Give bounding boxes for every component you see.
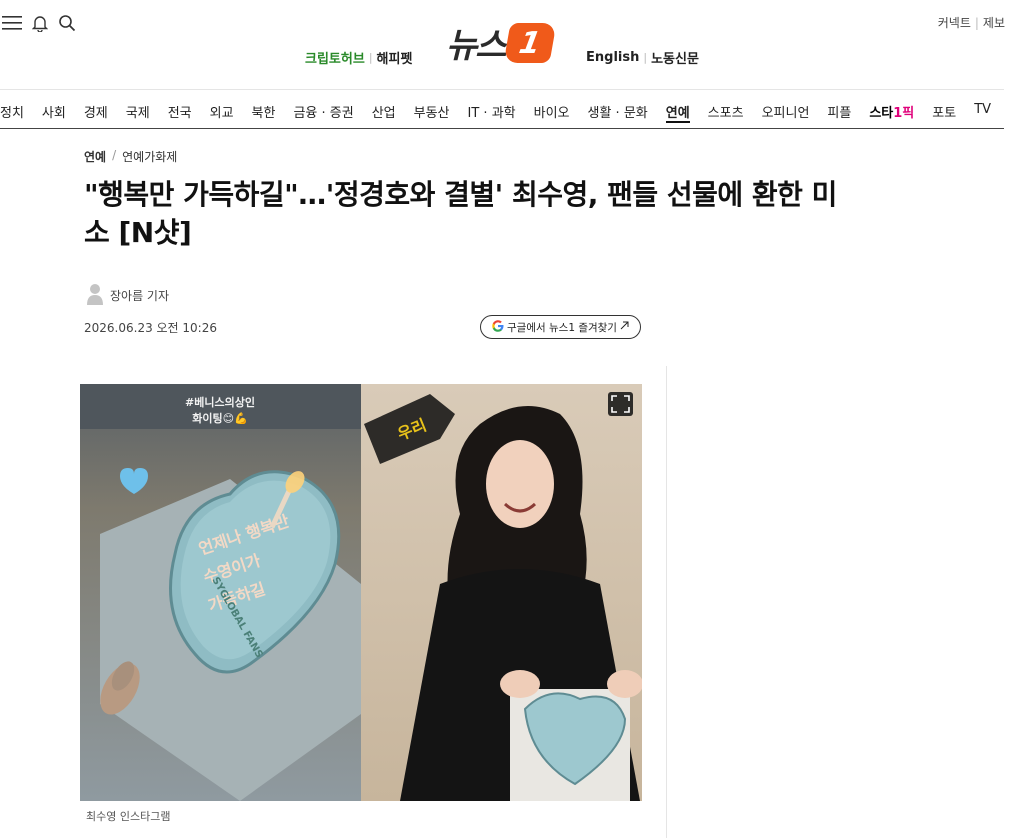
breadcrumb-separator: / <box>112 148 117 162</box>
divider: | <box>643 51 648 64</box>
breadcrumb-section[interactable]: 연예 <box>84 148 106 165</box>
byline: 장아름 기자 <box>86 283 169 308</box>
star-pick-part1: 스타 <box>869 106 894 121</box>
nav-item-opinion[interactable]: 오피니언 <box>762 102 810 123</box>
header-links-right: English | 노동신문 <box>586 48 699 67</box>
sidebar-divider <box>666 366 667 838</box>
article-photo[interactable]: 언제나 행복만 수영이가 가득하길 SYGLOBAL FANS #베니스의상인 … <box>80 384 642 801</box>
reporter-name[interactable]: 장아름 기자 <box>110 287 169 304</box>
expand-icon[interactable] <box>608 392 633 416</box>
nav-item-tv[interactable]: TV <box>974 102 991 123</box>
nav-item-diplomacy[interactable]: 외교 <box>210 102 234 123</box>
external-arrow-icon <box>620 321 629 333</box>
nav-item-people[interactable]: 피플 <box>827 102 851 123</box>
utility-links: 커넥트 | 제보 <box>938 14 1005 31</box>
title-line-1: "행복만 가득하길"…'정경호와 결별' 최수영, 팬들 선물에 환한 미 <box>84 178 837 211</box>
nav-item-national[interactable]: 전국 <box>168 102 192 123</box>
nav-item-society[interactable]: 사회 <box>42 102 66 123</box>
nav-item-photo[interactable]: 포토 <box>932 102 956 123</box>
title-line-2: 소 [N샷] <box>84 216 192 249</box>
nav-item-international[interactable]: 국제 <box>126 102 150 123</box>
left-hand <box>500 670 540 698</box>
nav-item-star-pick[interactable]: 스타1픽 <box>869 102 914 123</box>
rodong-link[interactable]: 노동신문 <box>651 48 699 67</box>
photo-caption: 최수영 인스타그램 <box>86 810 171 823</box>
star-pick-part2: 1픽 <box>893 106 915 121</box>
header-links-left: 크립토허브 | 해피펫 <box>305 48 412 67</box>
nav-item-economy[interactable]: 경제 <box>84 102 108 123</box>
right-hand <box>607 670 642 698</box>
nav-item-real-estate[interactable]: 부동산 <box>414 102 450 123</box>
nav-item-finance[interactable]: 금융 · 증권 <box>293 102 353 123</box>
nav-item-industry[interactable]: 산업 <box>372 102 396 123</box>
article-title: "행복만 가득하길"…'정경호와 결별' 최수영, 팬들 선물에 환한 미 소 … <box>84 176 924 252</box>
nav-item-life-culture[interactable]: 생활 · 문화 <box>588 102 648 123</box>
reporter-avatar-icon <box>86 283 104 308</box>
crypto-hub-link[interactable]: 크립토허브 <box>305 48 365 67</box>
header-icons <box>2 14 76 32</box>
divider: | <box>974 15 979 30</box>
google-button-label: 구글에서 뉴스1 즐겨찾기 <box>507 321 617 334</box>
woman-face <box>486 440 554 528</box>
nav-item-politics[interactable]: 정치 <box>0 102 24 123</box>
english-link[interactable]: English <box>586 50 639 65</box>
breadcrumb: 연예 / 연예가화제 <box>84 148 177 165</box>
breadcrumb-subsection[interactable]: 연예가화제 <box>122 148 177 165</box>
main-nav: 정치 사회 경제 국제 전국 외교 북한 금융 · 증권 산업 부동산 IT ·… <box>0 102 1009 123</box>
divider: | <box>368 51 373 64</box>
logo-text: 뉴스 <box>446 26 507 66</box>
header-divider <box>0 89 1004 90</box>
nav-item-north-korea[interactable]: 북한 <box>252 102 276 123</box>
google-icon <box>492 319 504 335</box>
nav-divider <box>0 128 1004 129</box>
nav-item-it-science[interactable]: IT · 과학 <box>468 102 516 123</box>
search-icon[interactable] <box>58 14 76 32</box>
bell-icon[interactable] <box>32 14 48 32</box>
left-overlay-line2: 화이팅😊💪 <box>192 411 248 425</box>
report-link[interactable]: 제보 <box>983 14 1005 31</box>
nav-item-sports[interactable]: 스포츠 <box>708 102 744 123</box>
publish-date: 2026.06.23 오전 10:26 <box>84 321 217 335</box>
connect-link[interactable]: 커넥트 <box>938 14 971 31</box>
menu-icon[interactable] <box>2 15 22 31</box>
google-favorite-button[interactable]: 구글에서 뉴스1 즐겨찾기 <box>480 315 641 339</box>
nav-item-entertainment[interactable]: 연예 <box>665 102 690 123</box>
news1-logo[interactable]: 뉴스 1 <box>446 18 557 67</box>
happypet-link[interactable]: 해피펫 <box>377 48 413 67</box>
left-overlay-line1: #베니스의상인 <box>185 395 255 409</box>
logo-badge: 1 <box>503 22 557 63</box>
nav-item-bio[interactable]: 바이오 <box>534 102 570 123</box>
